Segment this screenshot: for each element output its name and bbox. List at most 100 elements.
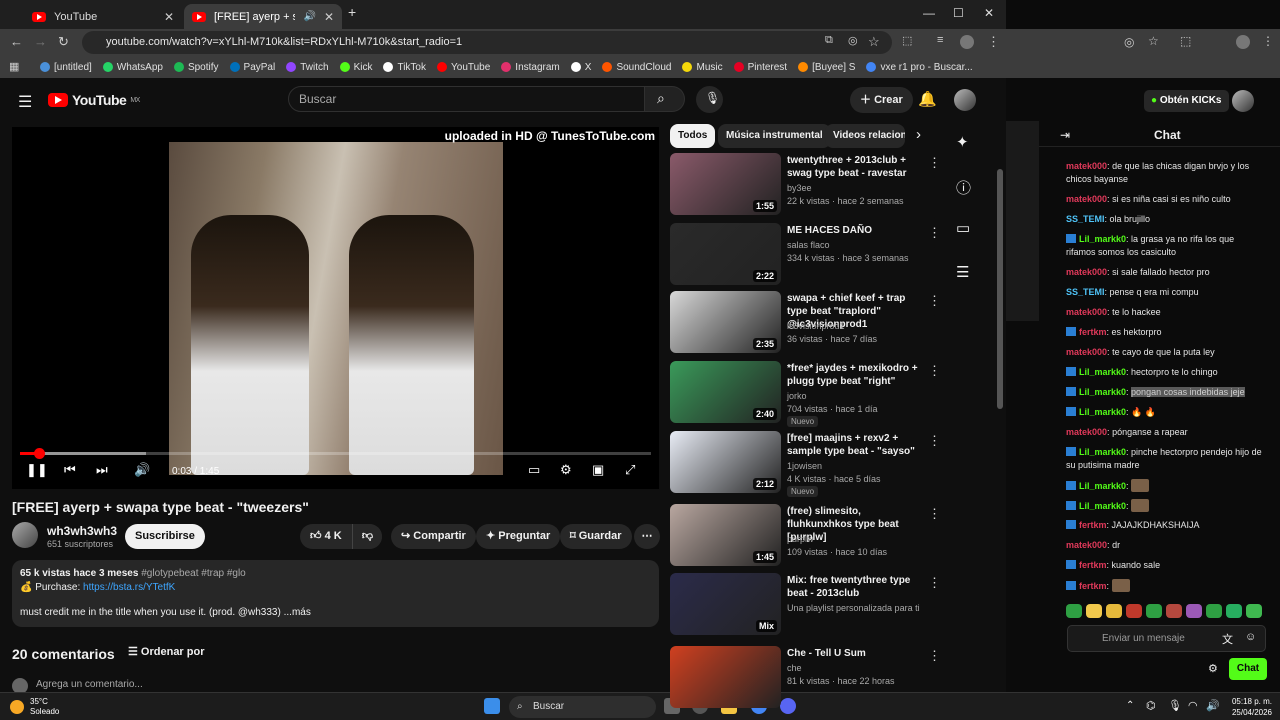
related-channel-name[interactable]: 1jowisen (787, 461, 822, 471)
playlist-icon[interactable]: ☰ (956, 263, 969, 281)
emote-icon[interactable] (1226, 604, 1242, 618)
network-icon[interactable]: ⌬ (1146, 699, 1156, 712)
related-video[interactable]: 1:45 (free) slimesito, fluhkunxhkos type … (670, 504, 950, 572)
related-video-title[interactable]: Mix: free twentythree type beat - 2013cl… (787, 574, 922, 600)
related-video-title[interactable]: *free* jaydes + mexikodro + plugg type b… (787, 362, 922, 388)
apps-grid-icon[interactable]: ▦ (9, 60, 19, 73)
taskbar-search[interactable]: ⌕ Buscar (509, 696, 656, 718)
chat-username[interactable]: matek000 (1066, 427, 1107, 437)
share-button[interactable]: ↪ Compartir (391, 524, 476, 549)
related-channel-name[interactable]: by3ee (787, 183, 812, 193)
chat-username[interactable]: fertkm (1079, 327, 1107, 337)
info-icon[interactable]: ⓘ (956, 177, 971, 198)
bookmark-item[interactable]: SoundCloud (602, 62, 671, 73)
bookmark-item[interactable]: Music (682, 62, 723, 73)
bookmark-item[interactable]: X (570, 62, 591, 73)
account-avatar[interactable] (954, 89, 976, 111)
bookmark-star-icon[interactable]: ☆ (868, 34, 880, 50)
fullscreen-icon[interactable]: ⤢ (625, 462, 635, 478)
related-channel-name[interactable]: Una playlist personalizada para ti (787, 603, 920, 613)
chat-username[interactable]: matek000 (1066, 347, 1107, 357)
save-button[interactable]: ⌑ Guardar (560, 524, 632, 549)
video-player[interactable]: uploaded in HD @ TunesToTube.com ❚❚ ⏮ ⏭ … (12, 127, 659, 489)
chat-username[interactable]: Lil_markk0 (1079, 234, 1126, 244)
extensions-icon[interactable]: ⬚ (902, 34, 912, 47)
settings-gear-icon[interactable]: ⚙ (560, 462, 572, 478)
microphone-icon[interactable]: 🎙 (1168, 699, 1182, 712)
related-channel-name[interactable]: purplw (787, 534, 814, 544)
emote-icon[interactable] (1146, 604, 1162, 618)
chevron-up-icon[interactable]: ⌃ (1126, 700, 1134, 711)
comments-icon[interactable]: ▭ (956, 219, 970, 237)
search-button[interactable]: ⌕ (645, 86, 685, 112)
profile-avatar[interactable] (960, 35, 974, 49)
subscribe-button[interactable]: Suscribirse (125, 524, 205, 549)
more-options-icon[interactable]: ⋮ (928, 225, 941, 241)
menu-icon[interactable]: ⋮ (987, 34, 1000, 50)
emote-icon[interactable] (1086, 604, 1102, 618)
chat-username[interactable]: Lil_markk0 (1079, 367, 1126, 377)
bookmark-item[interactable]: [untitled] (40, 62, 92, 73)
related-video[interactable]: Mix Mix: free twentythree type beat - 201… (670, 573, 950, 641)
chat-username[interactable]: SS_TEMI (1066, 214, 1105, 224)
emote-icon[interactable] (1186, 604, 1202, 618)
related-video[interactable]: 2:40 *free* jaydes + mexikodro + plugg ty… (670, 361, 950, 429)
collapse-chat-icon[interactable]: ⇥ (1060, 128, 1070, 142)
hamburger-menu-icon[interactable]: ☰ (18, 92, 32, 112)
chat-username[interactable]: matek000 (1066, 307, 1107, 317)
volume-icon[interactable]: 🔊 (134, 462, 150, 478)
reload-icon[interactable]: ↻ (58, 34, 69, 50)
profile-avatar[interactable] (1236, 35, 1250, 49)
media-icon[interactable]: ≡ (937, 34, 943, 46)
address-bar[interactable]: youtube.com/watch?v=xYLhl-M710k&list=RDx… (82, 31, 892, 54)
emote-icon[interactable] (1106, 604, 1122, 618)
bookmark-item[interactable]: [Buyee] S (798, 62, 855, 73)
channel-avatar[interactable] (12, 522, 38, 548)
ask-button[interactable]: ✦ Preguntar (476, 524, 561, 549)
chat-input[interactable]: Enviar un mensaje (1067, 625, 1266, 652)
previous-icon[interactable]: ⏮ (64, 462, 76, 478)
more-options-icon[interactable]: ⋮ (928, 575, 941, 591)
chat-username[interactable]: matek000 (1066, 540, 1107, 550)
bookmark-item[interactable]: WhatsApp (102, 62, 163, 73)
bookmark-item[interactable]: Spotify (173, 62, 219, 73)
bookmark-item[interactable]: YouTube (437, 62, 490, 73)
send-chat-button[interactable]: Chat (1229, 658, 1267, 680)
theater-mode-icon[interactable]: ▣ (592, 462, 604, 478)
related-channel-name[interactable]: ic3visionprod1 (787, 321, 845, 331)
menu-icon[interactable]: ⋮ (1262, 34, 1274, 48)
related-channel-name[interactable]: salas flaco (787, 240, 830, 250)
related-video-title[interactable]: Che - Tell U Sum (787, 647, 922, 660)
description-box[interactable]: 65 k vistas hace 3 meses #glotypebeat #t… (12, 560, 659, 627)
eye-off-icon[interactable]: ◎ (1124, 35, 1134, 49)
pause-icon[interactable]: ❚❚ (26, 462, 48, 478)
dislike-button[interactable]: 👎︎ (352, 524, 382, 549)
maximize-icon[interactable]: ☐ (953, 6, 964, 20)
chat-username[interactable]: Lil_markk0 (1079, 501, 1126, 511)
extensions-icon[interactable]: ⬚ (1180, 34, 1191, 48)
youtube-logo[interactable]: YouTube MX (48, 92, 140, 108)
clock[interactable]: 05:18 p. m. 25/04/2026 (1232, 696, 1272, 718)
bookmark-item[interactable]: TikTok (383, 62, 426, 73)
bookmark-item[interactable]: Kick (339, 62, 372, 73)
chat-username[interactable]: matek000 (1066, 161, 1107, 171)
chat-username[interactable]: fertkm (1079, 581, 1107, 591)
tab-youtube[interactable]: YouTube ✕ (24, 4, 182, 29)
related-video[interactable]: 2:22 ME HACES DAÑO salas flaco 334 k vistas… (670, 223, 950, 291)
video-thumbnail[interactable]: 2:22 (670, 223, 781, 285)
chat-username[interactable]: Lil_markk0 (1079, 407, 1126, 417)
tab-video[interactable]: [FREE] ayerp + swapa type b 🔊 ✕ (184, 4, 342, 29)
get-kicks-button[interactable]: ● Obtén KICKs (1144, 90, 1229, 112)
speaker-icon[interactable]: 🔊 (1206, 699, 1220, 712)
related-channel-name[interactable]: che (787, 663, 802, 673)
related-video-title[interactable]: [free] maajins + rexv2 + sample type bea… (787, 432, 922, 458)
related-channel-name[interactable]: jorko (787, 391, 807, 401)
bookmark-item[interactable]: PayPal (229, 62, 275, 73)
sort-comments-button[interactable]: ☰ Ordenar por (128, 645, 205, 658)
purchase-link[interactable]: https://bsta.rs/YTetfK (83, 582, 175, 593)
chip-instrumental[interactable]: Música instrumental (718, 124, 831, 148)
chat-username[interactable]: Lil_markk0 (1079, 481, 1126, 491)
close-tab-icon[interactable]: ✕ (164, 10, 174, 24)
more-options-icon[interactable]: ⋮ (928, 363, 941, 379)
bookmark-item[interactable]: Pinterest (733, 62, 787, 73)
